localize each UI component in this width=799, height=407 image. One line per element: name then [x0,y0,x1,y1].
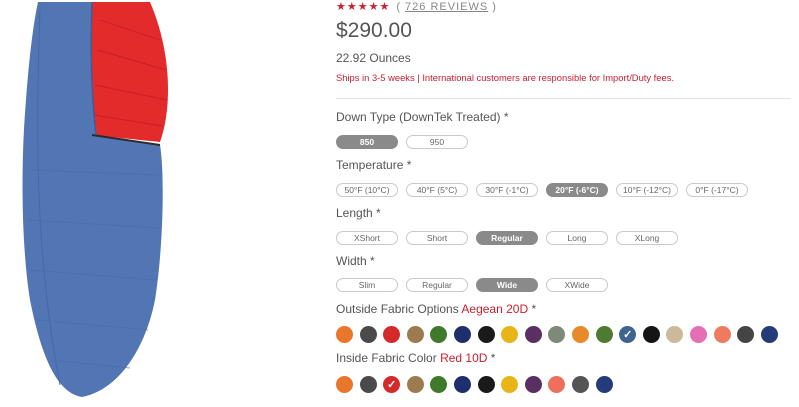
temperature-option[interactable]: 30°F (-1°C) [476,183,538,197]
length-label: Length * [336,206,381,220]
temperature-option[interactable]: 20°F (-6°C) [546,183,608,197]
outside-fabric-swatch[interactable] [548,326,566,343]
outside-fabric-label: Outside Fabric Options Aegean 20D * [336,302,536,316]
inside-fabric-swatch[interactable] [454,376,471,393]
outside-fabric-swatch[interactable] [595,326,613,343]
outside-fabric-label-text: Outside Fabric Options [336,302,459,316]
down-type-label: Down Type (DownTek Treated) * [336,110,509,124]
width-option[interactable]: Slim [336,278,398,292]
rating-row: ★★★★★ ( 726 REVIEWS ) [336,0,497,14]
outside-fabric-swatch[interactable] [713,326,731,343]
inside-fabric-selected-name: Red 10D [440,351,488,365]
outside-fabric-swatch[interactable] [336,326,353,343]
length-option[interactable]: Regular [476,231,538,245]
inside-fabric-swatch[interactable] [524,376,542,393]
outside-fabric-swatch[interactable]: ✓ [619,326,637,343]
width-option[interactable]: XWide [546,278,608,292]
width-option[interactable]: Wide [476,278,538,292]
length-option[interactable]: XLong [616,231,678,245]
outside-fabric-swatch[interactable] [406,326,424,343]
divider [336,98,791,99]
outside-fabric-swatch[interactable] [454,326,471,343]
inside-fabric-swatch[interactable] [477,376,495,393]
check-icon: ✓ [387,379,397,391]
outside-fabric-swatch[interactable] [383,326,401,343]
outside-fabric-swatch[interactable] [501,326,519,343]
inside-fabric-swatch[interactable] [501,376,519,393]
inside-fabric-swatch[interactable] [548,376,566,393]
price: $290.00 [336,19,412,42]
outside-fabric-swatch[interactable] [359,326,377,343]
inside-fabric-swatch[interactable] [336,376,353,393]
inside-fabric-swatch[interactable] [406,376,424,393]
outside-fabric-swatch[interactable] [572,326,589,343]
down-type-option[interactable]: 950 [406,135,468,149]
outside-fabric-swatch[interactable] [642,326,660,343]
reviews-count: ( 726 REVIEWS ) [396,0,497,14]
length-option[interactable]: XShort [336,231,398,245]
shipping-notice: Ships in 3-5 weeks | International custo… [336,72,675,83]
outside-fabric-required-mark: * [531,302,537,316]
inside-fabric-swatch[interactable] [430,376,448,393]
outside-fabric-swatch[interactable] [430,326,448,343]
inside-fabric-swatch[interactable] [359,376,377,393]
reviews-open-paren: ( [396,1,401,13]
inside-fabric-swatch[interactable]: ✓ [383,376,401,393]
length-option[interactable]: Short [406,231,468,245]
down-type-option[interactable]: 850 [336,135,398,149]
reviews-close-paren: ) [492,1,497,13]
outside-fabric-swatch[interactable] [666,326,684,343]
sleeping-bag-image [22,1,168,397]
temperature-option[interactable]: 40°F (5°C) [406,183,468,197]
reviews-link[interactable]: 726 REVIEWS [405,1,488,13]
product-image [0,0,210,402]
inside-fabric-swatch[interactable] [572,376,589,393]
star-rating-icon: ★★★★★ [336,1,391,13]
outside-fabric-swatch[interactable] [690,326,707,343]
inside-fabric-swatch[interactable] [595,376,613,393]
inside-fabric-label: Inside Fabric Color Red 10D * [336,351,495,365]
outside-fabric-swatch[interactable] [477,326,495,343]
outside-fabric-selected-name: Aegean 20D [461,302,529,316]
inside-fabric-label-text: Inside Fabric Color [336,351,437,365]
check-icon: ✓ [623,329,633,341]
length-option[interactable]: Long [546,231,608,245]
temperature-option[interactable]: 50°F (10°C) [336,183,398,197]
width-option[interactable]: Regular [406,278,468,292]
inside-fabric-required-mark: * [490,351,496,365]
width-label: Width * [336,254,375,268]
temperature-option[interactable]: 0°F (-17°C) [686,183,748,197]
weight: 22.92 Ounces [336,51,411,65]
outside-fabric-swatch[interactable] [760,326,778,343]
temperature-label: Temperature * [336,158,412,172]
temperature-option[interactable]: 10°F (-12°C) [616,183,678,197]
outside-fabric-swatch[interactable] [737,326,755,343]
outside-fabric-swatch[interactable] [524,326,542,343]
